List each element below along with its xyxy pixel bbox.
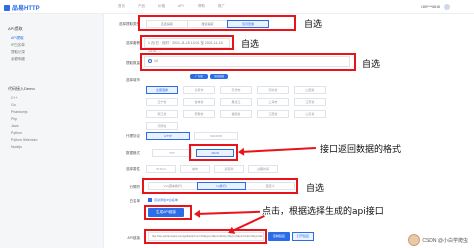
sidebar-item-phantomjs[interactable]: Phantomjs xyxy=(11,110,28,114)
annotation-text: 接口返回数据的格式 xyxy=(320,145,402,155)
extract-type-label: 选择提取类型 xyxy=(119,22,140,26)
nav-pricing[interactable]: 价格 xyxy=(158,4,165,9)
attributes-label: 选择属性 xyxy=(126,167,140,171)
sidebar-item-python-selenium[interactable]: Python Selenium xyxy=(11,138,37,142)
city-option[interactable]: 北京市 xyxy=(183,86,215,94)
checkbox-icon xyxy=(148,198,152,202)
format-txt[interactable]: TXT xyxy=(152,149,192,157)
city-label: 选择城市 xyxy=(126,78,140,82)
city-option[interactable]: 山东省 xyxy=(294,110,326,118)
attribute-option[interactable]: 城市 xyxy=(180,165,210,173)
city-option[interactable]: 辽宁省 xyxy=(146,98,178,106)
copy-link-button[interactable]: 复制链接 xyxy=(268,232,290,241)
annotation-text: 自选 xyxy=(241,40,260,50)
api-link-label: API链接 xyxy=(127,236,140,240)
extract-type-monthly[interactable]: 包月套餐 xyxy=(227,20,270,28)
attribute-option[interactable]: 过期时间 xyxy=(248,165,278,173)
sidebar-section-demo[interactable]: 代码接入Demo xyxy=(8,86,35,92)
app-logo[interactable]: 品易HTTP xyxy=(4,3,40,12)
city-option[interactable]: 山西省 xyxy=(294,86,326,94)
city-option[interactable]: 吉林省 xyxy=(183,98,215,106)
sidebar-item-python[interactable]: Python xyxy=(11,131,22,135)
city-option[interactable]: 天津市 xyxy=(220,86,252,94)
highlight-api-link xyxy=(144,229,267,244)
separator-label: 分隔符 xyxy=(129,185,141,189)
highlight-extract-type xyxy=(138,15,296,31)
sidebar-item-balance[interactable]: 余额明细 xyxy=(11,57,25,62)
sidebar-item-java[interactable]: Java xyxy=(11,124,18,128)
user-phone[interactable]: 185****6818 xyxy=(421,5,440,9)
sidebar-section-api[interactable]: API提取 xyxy=(8,26,22,32)
whitelist-label: 白名单 xyxy=(129,199,141,203)
annotation-text: 自选 xyxy=(304,20,323,30)
city-option[interactable]: 黑龙江 xyxy=(220,98,252,106)
arrow-generate xyxy=(195,210,260,215)
sidebar-item-records[interactable]: 提取记录 xyxy=(11,50,25,55)
sidebar-item-api-extract[interactable]: API提取 xyxy=(11,36,24,41)
sidebar-item-go[interactable]: Go xyxy=(11,103,16,107)
sidebar: API提取 API提取 IP白名单 提取记录 余额明细 代码接入Demo C++… xyxy=(0,14,104,248)
attribute-option[interactable]: IP:Port xyxy=(146,165,176,173)
city-option[interactable]: 河南省 xyxy=(146,122,178,130)
highlight-generate-button xyxy=(144,205,192,220)
whitelist-checkbox[interactable]: 自动添加IP白名单 xyxy=(148,198,178,202)
watermark-avatar xyxy=(408,234,421,246)
city-option[interactable]: 福建省 xyxy=(220,110,252,118)
highlight-package xyxy=(140,35,234,50)
sidebar-item-nodejs[interactable]: Nodejs xyxy=(11,145,22,149)
arrow-format xyxy=(239,147,316,153)
city-option[interactable]: 全国混拨 xyxy=(146,86,178,94)
logo-icon xyxy=(4,5,10,11)
sidebar-item-whitelist[interactable]: IP白名单 xyxy=(11,43,25,48)
city-tag-all[interactable]: 全国混拨 xyxy=(210,74,228,79)
city-option[interactable]: 江苏省 xyxy=(294,98,326,106)
protocol-http[interactable]: HTTP xyxy=(146,132,190,140)
avatar[interactable] xyxy=(444,4,450,10)
nav-home[interactable]: 首页 xyxy=(118,4,125,9)
count-label: 提取数量 xyxy=(126,61,140,65)
attribute-option[interactable]: 运营商 xyxy=(214,165,244,173)
highlight-count xyxy=(140,53,356,71)
sidebar-item-cpp[interactable]: C++ xyxy=(11,96,18,100)
sidebar-item-php[interactable]: Php xyxy=(11,117,17,121)
highlight-data-format xyxy=(189,144,238,161)
nav-help[interactable]: 帮助 xyxy=(198,4,205,9)
protocol-socks5[interactable]: SOCKS5 xyxy=(194,132,238,140)
package-label: 选择套餐 xyxy=(126,41,140,45)
annotation-text: 自选 xyxy=(306,184,325,194)
city-option[interactable]: 浙江省 xyxy=(146,110,178,118)
annotation-text: 自选 xyxy=(362,60,381,70)
protocol-label: 代理协议 xyxy=(126,134,140,138)
city-option[interactable]: 江西省 xyxy=(257,110,289,118)
city-tag-province[interactable]: 广东省 xyxy=(190,74,208,79)
city-option[interactable]: 上海市 xyxy=(257,98,289,106)
format-label: 数据格式 xyxy=(126,151,140,155)
annotation-text: 点击，根据选择生成的api接口 xyxy=(262,207,384,217)
top-bar: 品易HTTP 首页 产品 价格 API 帮助 推广 185****6818 xyxy=(0,0,474,14)
city-option[interactable]: 安徽省 xyxy=(183,110,215,118)
nav-api[interactable]: API xyxy=(178,4,184,8)
nav-promo[interactable]: 推广 xyxy=(218,4,225,9)
open-link-button[interactable]: 打开链接 xyxy=(292,232,314,241)
city-option[interactable]: 河北省 xyxy=(257,86,289,94)
separator-lf[interactable]: \n(换行) xyxy=(196,182,247,190)
watermark: CSDN @小白学爬虫 xyxy=(408,234,468,246)
nav-products[interactable]: 产品 xyxy=(138,4,145,9)
